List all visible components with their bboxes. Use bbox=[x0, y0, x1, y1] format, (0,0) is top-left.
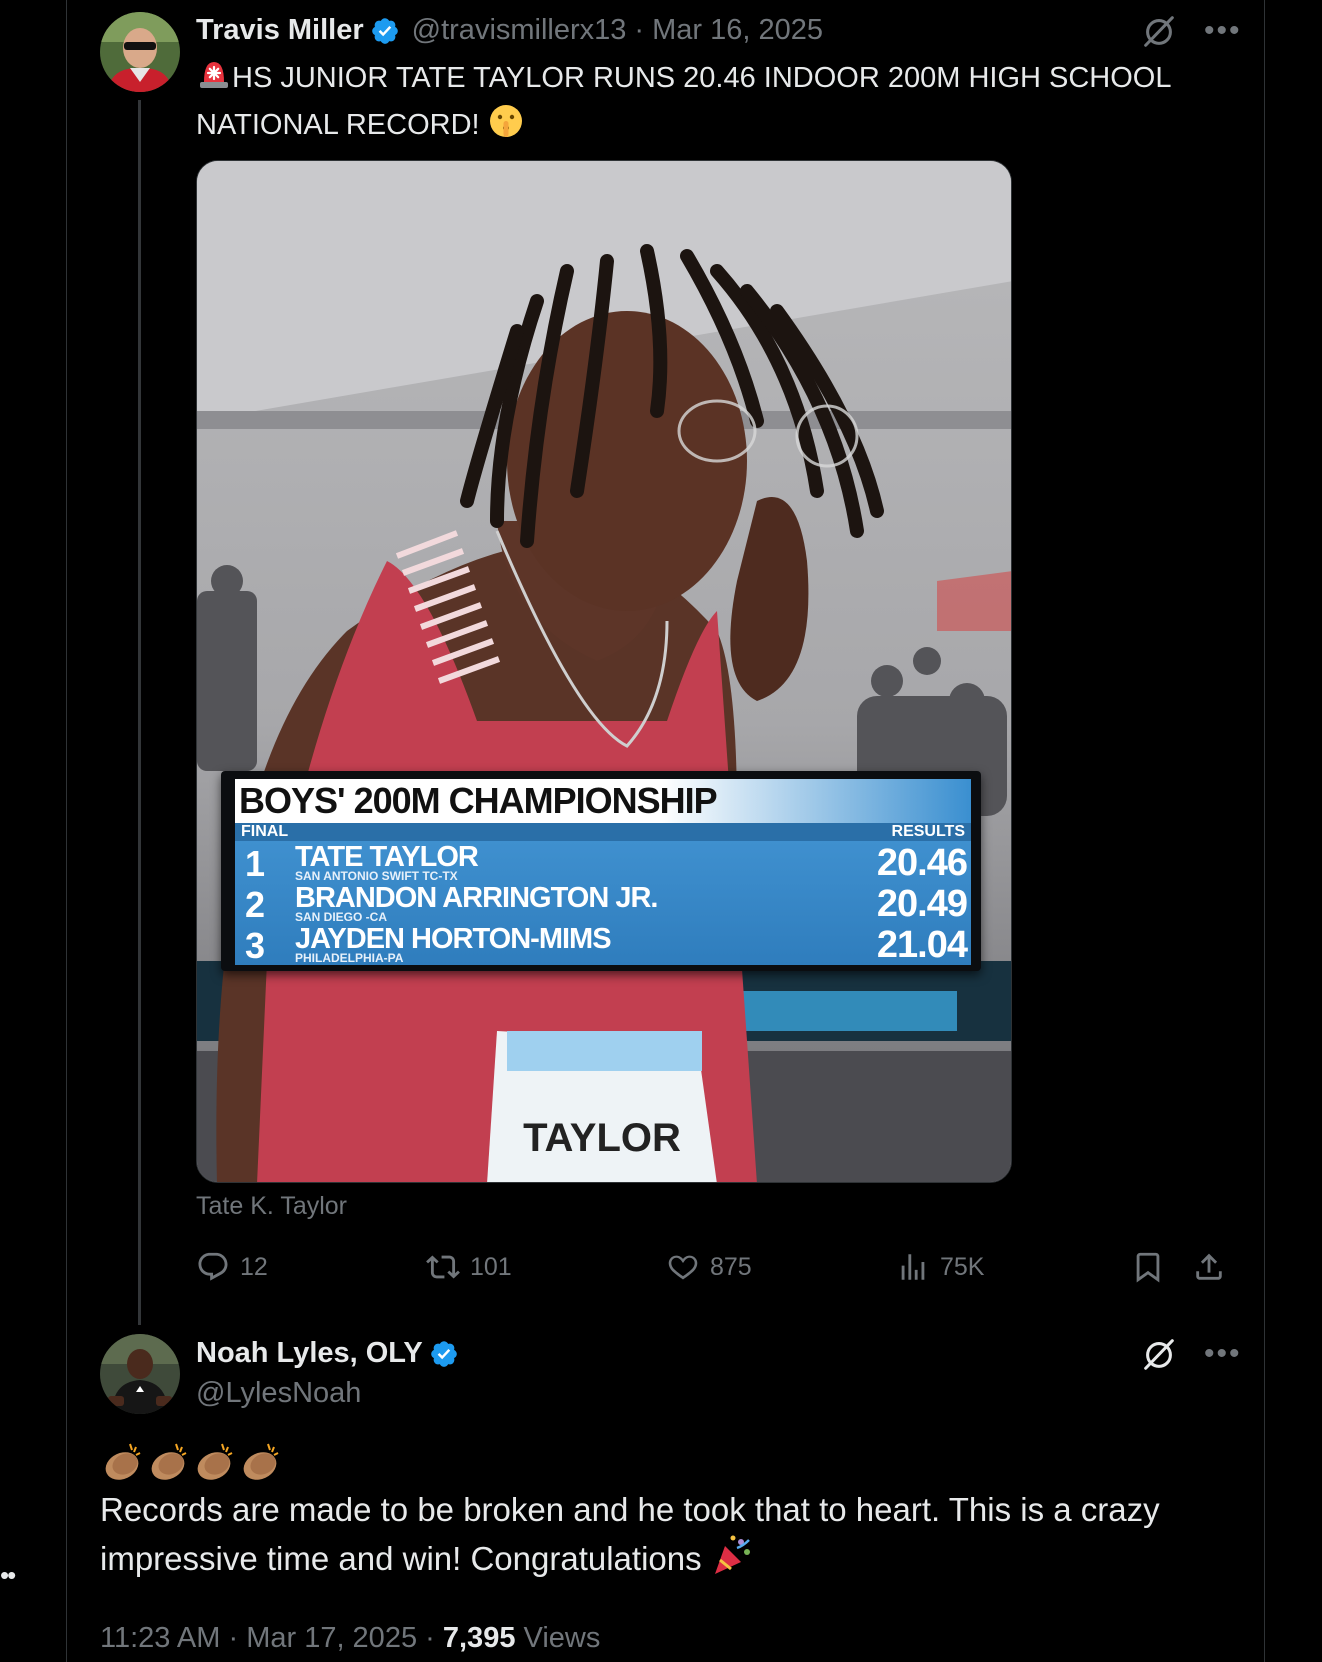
scoreboard-rows: 1 TATE TAYLOR SAN ANTONIO SWIFT TC-TX 20… bbox=[235, 841, 971, 966]
grok-icon[interactable] bbox=[1140, 12, 1178, 50]
meta-separator: · bbox=[425, 1622, 435, 1654]
place: 3 bbox=[245, 925, 266, 966]
bookmark-button[interactable] bbox=[1131, 1250, 1165, 1284]
place: 1 bbox=[245, 843, 266, 884]
edge-more-dots[interactable]: •• bbox=[0, 1560, 16, 1591]
reply-text-line2: impressive time and win! Congratulations bbox=[100, 1540, 702, 1578]
meta-separator: · bbox=[228, 1622, 239, 1654]
author-row: Noah Lyles, OLY bbox=[196, 1337, 459, 1370]
scoreboard-row: 3 JAYDEN HORTON-MIMS PHILADELPHIA-PA 21.… bbox=[235, 923, 971, 966]
result-time: 20.46 bbox=[876, 842, 968, 884]
post-date[interactable]: Mar 16, 2025 bbox=[652, 14, 823, 47]
scoreboard-results-label: RESULTS bbox=[891, 823, 965, 840]
shushing-face-emoji bbox=[488, 103, 524, 150]
verified-badge-icon[interactable] bbox=[429, 1339, 459, 1369]
like-count: 875 bbox=[710, 1252, 752, 1281]
views-label: Views bbox=[523, 1622, 601, 1654]
clapping-hands-emoji bbox=[197, 1443, 233, 1480]
views-count: 7,395 bbox=[442, 1622, 516, 1654]
reply-text: Records are made to be broken and he too… bbox=[100, 1440, 1220, 1589]
result-time: 21.04 bbox=[876, 924, 968, 966]
scoreboard-row: 1 TATE TAYLOR SAN ANTONIO SWIFT TC-TX 20… bbox=[235, 841, 971, 884]
views-button[interactable]: 75K bbox=[896, 1250, 984, 1284]
post-text-line1: HS JUNIOR TATE TAYLOR RUNS 20.46 INDOOR … bbox=[232, 62, 1172, 95]
verified-badge-icon[interactable] bbox=[370, 16, 400, 46]
athlete-photo: TAYLOR bbox=[197, 161, 1011, 1182]
scoreboard-title: BOYS' 200M CHAMPIONSHIP bbox=[235, 779, 971, 823]
author-row: Travis Miller @travismillerx13 · Mar 16,… bbox=[196, 14, 823, 47]
heart-icon bbox=[668, 1255, 698, 1280]
grok-icon[interactable] bbox=[1140, 1335, 1178, 1373]
clap-emoji-row bbox=[100, 1440, 1220, 1484]
reply-button[interactable]: 12 bbox=[196, 1250, 268, 1284]
more-icon[interactable]: ••• bbox=[1204, 1339, 1242, 1369]
scoreboard-overlay: BOYS' 200M CHAMPIONSHIP FINAL RESULTS 1 … bbox=[221, 771, 981, 971]
reply-icon bbox=[198, 1252, 228, 1281]
post-date[interactable]: Mar 17, 2025 bbox=[246, 1622, 417, 1654]
thread-connector-line bbox=[138, 100, 141, 1325]
repost-button[interactable]: 101 bbox=[426, 1250, 512, 1284]
post-top-actions: ••• bbox=[1140, 12, 1242, 50]
siren-emoji bbox=[196, 56, 232, 103]
scoreboard-row: 2 BRANDON ARRINGTON JR. SAN DIEGO -CA 20… bbox=[235, 882, 971, 925]
share-icon bbox=[1196, 1253, 1222, 1280]
avatar[interactable] bbox=[100, 1334, 180, 1414]
views-count: 75K bbox=[940, 1252, 985, 1281]
reply-meta: 11:23 AM · Mar 17, 2025 · 7,395 Views bbox=[100, 1622, 600, 1655]
media-caption: Tate K. Taylor bbox=[196, 1192, 348, 1220]
avatar[interactable] bbox=[100, 12, 180, 92]
more-icon[interactable]: ••• bbox=[1204, 16, 1242, 46]
timeline-column-right-border bbox=[1264, 0, 1265, 1662]
post-media-image[interactable]: TAYLOR BOYS' 200M CHAMPIONSHIP FINAL RES… bbox=[196, 160, 1012, 1183]
clapping-hands-emoji bbox=[243, 1443, 279, 1480]
author-name[interactable]: Noah Lyles, OLY bbox=[196, 1337, 423, 1370]
place: 2 bbox=[245, 884, 266, 925]
party-popper-emoji bbox=[711, 1534, 753, 1589]
author-handle[interactable]: @travismillerx13 bbox=[412, 14, 627, 47]
result-time: 20.49 bbox=[876, 883, 968, 925]
post-top-actions: ••• bbox=[1140, 1335, 1242, 1373]
scoreboard-final-label: FINAL bbox=[241, 823, 289, 840]
analytics-icon bbox=[901, 1254, 925, 1280]
handle-row: @LylesNoah bbox=[196, 1377, 361, 1410]
like-button[interactable]: 875 bbox=[666, 1250, 752, 1284]
post-time[interactable]: 11:23 AM bbox=[100, 1622, 220, 1654]
author-handle[interactable]: @LylesNoah bbox=[196, 1377, 361, 1410]
athlete-team: SAN DIEGO -CA bbox=[295, 910, 388, 924]
author-name[interactable]: Travis Miller bbox=[196, 14, 364, 47]
reply-text-line1: Records are made to be broken and he too… bbox=[100, 1491, 1160, 1528]
reply-count: 12 bbox=[240, 1252, 268, 1281]
repost-count: 101 bbox=[470, 1252, 512, 1281]
athlete-team: PHILADELPHIA-PA bbox=[295, 951, 404, 965]
post-text: HS JUNIOR TATE TAYLOR RUNS 20.46 INDOOR … bbox=[196, 56, 1206, 150]
share-button[interactable] bbox=[1192, 1250, 1226, 1284]
repost-icon bbox=[426, 1255, 460, 1279]
post-text-line2: NATIONAL RECORD! bbox=[196, 109, 480, 142]
bib-text: TAYLOR bbox=[523, 1116, 681, 1160]
timeline-column-left-border bbox=[66, 0, 67, 1662]
clapping-hands-emoji bbox=[151, 1443, 187, 1480]
post-action-bar: 12 101 875 75K bbox=[196, 1250, 1230, 1290]
scoreboard-subheader: FINAL RESULTS bbox=[235, 823, 971, 841]
bookmark-icon bbox=[1136, 1252, 1160, 1283]
athlete-team: SAN ANTONIO SWIFT TC-TX bbox=[295, 869, 458, 883]
clapping-hands-emoji bbox=[105, 1443, 141, 1480]
meta-separator: · bbox=[634, 14, 645, 46]
